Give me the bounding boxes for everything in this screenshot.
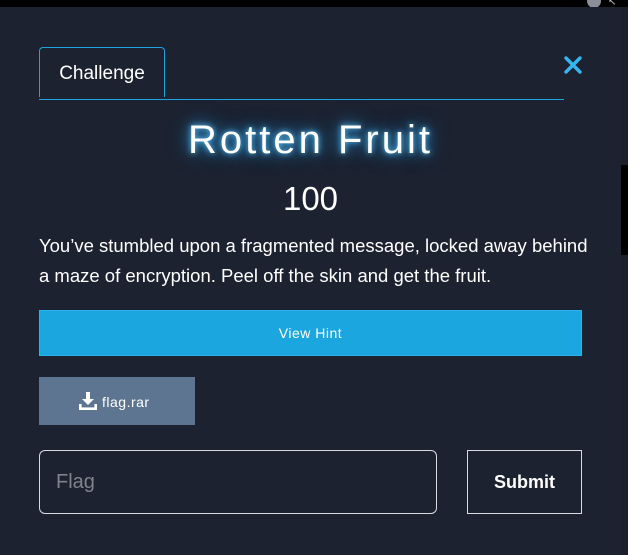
challenge-title: Rotten Fruit — [188, 118, 433, 162]
close-icon — [564, 56, 582, 74]
challenge-description: You’ve stumbled upon a fragmented messag… — [39, 235, 588, 286]
download-file-button[interactable]: flag.rar — [39, 377, 195, 425]
submit-button[interactable]: Submit — [467, 450, 582, 514]
modal-tab-bar: Challenge — [39, 47, 564, 100]
file-name-label: flag.rar — [102, 394, 150, 410]
download-icon — [79, 392, 97, 410]
view-hint-button[interactable]: View Hint — [39, 310, 582, 356]
flag-input[interactable] — [39, 450, 437, 514]
top-bar — [0, 0, 628, 7]
scrollbar-thumb[interactable] — [621, 165, 628, 255]
scrollbar-track — [621, 7, 628, 555]
close-button[interactable] — [562, 54, 584, 76]
tab-challenge[interactable]: Challenge — [39, 47, 165, 97]
challenge-points: 100 — [282, 180, 339, 217]
